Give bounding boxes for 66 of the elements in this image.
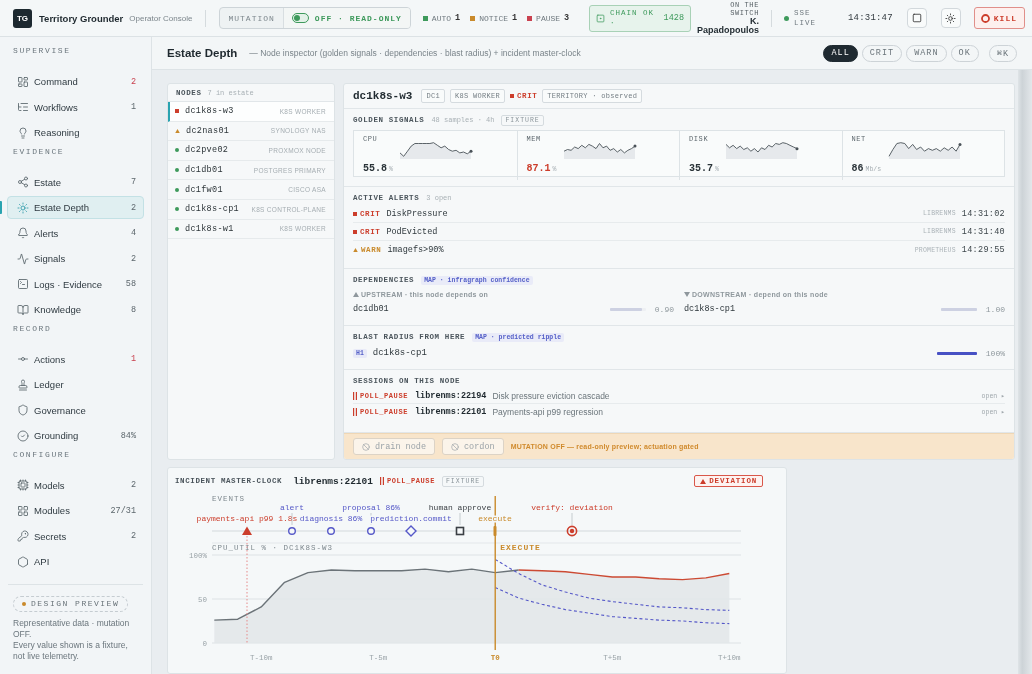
counter-label: NOTICE [479,13,508,23]
alert-time: 14:31:02 [961,208,1005,219]
item-count: 27/31 [110,505,136,516]
section-label: CONFIGURE [13,449,72,461]
event-label: payments-api p99 1.8s [196,514,298,523]
chain-count: 1428 [663,13,684,23]
section-label: SUPERVISE [13,46,72,57]
event-label: diagnosis 86% [299,514,363,523]
item-count: 7 [130,177,136,187]
confidence-score: 0.90 [653,304,674,314]
item-count: 2 [130,76,136,87]
clock: 14:31:47 [848,13,893,23]
confidence-score: 1.00 [984,304,1005,314]
counter-label: PAUSE [536,13,561,23]
dependency-name: dc1k8s-cp1 [684,304,735,314]
app-title: Territory Grounder [39,12,124,24]
dependency-name: dc1db01 [353,304,389,314]
counter-label: AUTO [431,13,452,23]
session-summary: Payments-api p99 regression [492,407,603,417]
page-subtitle: — Node inspector (golden signals · dependencies · blast radius) + incident master-clock [249,48,581,58]
preview-note: Representative data · mutation OFF. [13,617,131,640]
item-count: 84% [120,430,136,441]
session-id: librenms:22101 [293,475,373,487]
operator-name: K. Papadopoulos [697,16,759,36]
item-count: 2 [130,253,136,264]
item-count: 58 [125,279,136,289]
counter-value: 3 [564,13,570,23]
metric-value: 87.1 [526,163,551,174]
page-title: Estate Depth [167,47,238,59]
mutation-label: MUTATION [220,8,284,28]
section-label: EVIDENCE [13,146,66,158]
counter-value: 1 [512,13,518,23]
alert-name: imagefs>90% [387,245,444,255]
node-name: dc1k8s-w3 [353,90,413,102]
item-count: 4 [130,228,136,238]
design-preview-label: DESIGN PREVIEW [31,599,120,608]
event-label: proposal 86% [342,503,400,512]
counter-value: 1 [455,13,461,23]
item-count: 1 [130,354,136,364]
item-count: 2 [130,480,136,490]
metric-value: 55.8 [363,163,387,174]
session-id: librenms:22101 [415,407,487,417]
session-summary: Disk pressure eviction cascade [492,390,610,401]
event-label: alert [280,503,304,512]
item-count: 1 [130,102,136,112]
ripple-share: 100% [984,348,1005,358]
execute-label: EXECUTE [500,543,541,552]
item-count: 2 [130,531,136,541]
app-subtitle: Operator Console [129,13,193,23]
alert-time: 14:29:55 [961,245,1005,255]
alert-name: PodEvicted [386,226,438,237]
alert-name: DiskPressure [386,208,448,219]
event-label: prediction.commit [370,514,452,523]
mutation-status: OFF · READ-ONLY [314,13,402,23]
session-id: librenms:22194 [415,390,487,401]
event-label: human approve [428,503,492,512]
metric-value: 35.7 [689,163,713,174]
item-count: 2 [130,202,136,213]
preview-note: Every value shown is a fixture, not live telemetry. [13,639,129,662]
event-label: verify: deviation [531,503,613,512]
alert-time: 14:31:40 [961,226,1005,237]
app-logo: TG [13,8,32,28]
metric-value: 86 [851,163,864,174]
item-count: 8 [130,304,136,315]
blast-target-name: dc1k8s-cp1 [372,348,427,358]
section-label: RECORD [13,323,53,335]
